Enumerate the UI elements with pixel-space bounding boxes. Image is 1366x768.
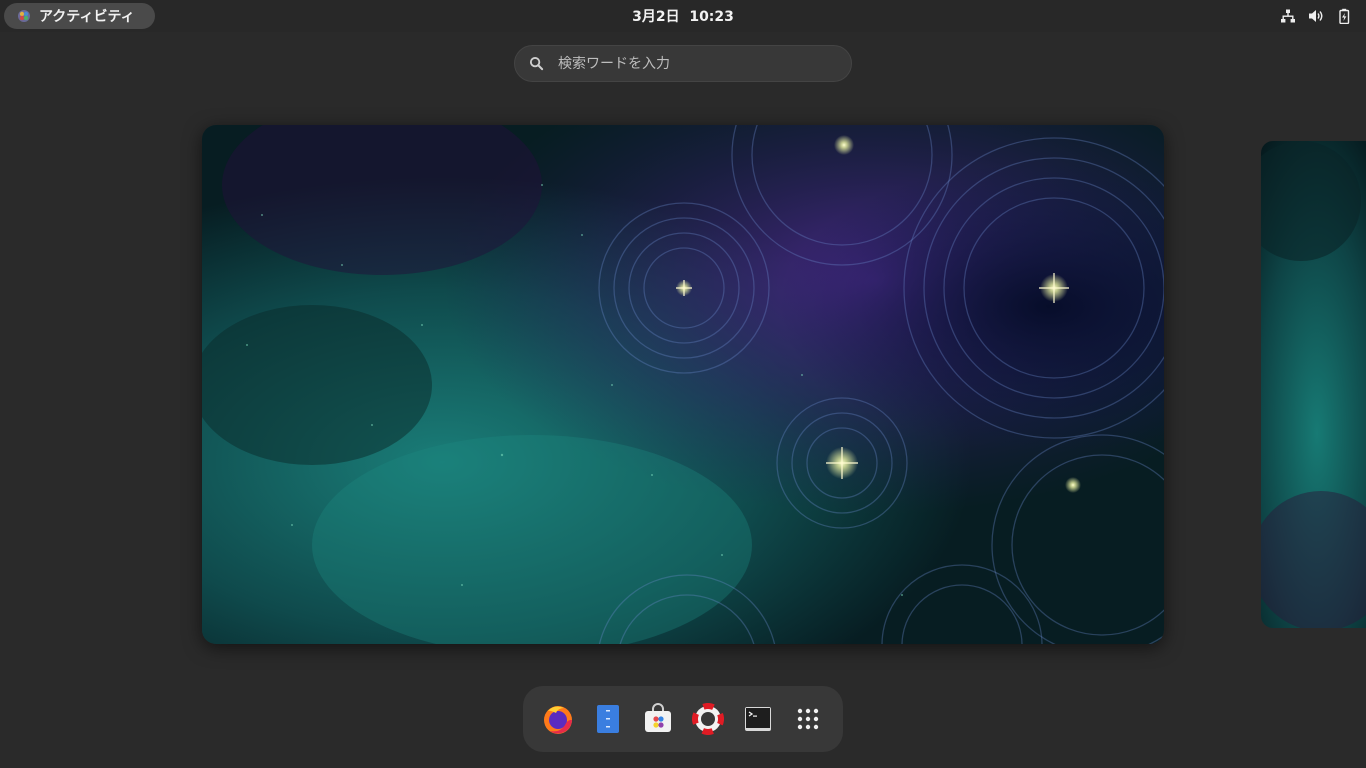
system-tray[interactable] [1280, 0, 1352, 32]
wallpaper-image [1261, 141, 1366, 628]
dash [523, 686, 843, 752]
dash-item-firefox[interactable] [540, 701, 576, 737]
dash-item-text-editor[interactable] [590, 701, 626, 737]
wallpaper-image [202, 125, 1164, 644]
network-icon[interactable] [1280, 8, 1296, 24]
dash-item-help[interactable] [690, 701, 726, 737]
show-apps-button[interactable] [790, 701, 826, 737]
text-editor-icon [597, 705, 619, 733]
search-input[interactable] [556, 54, 820, 73]
search-icon [529, 56, 544, 71]
dash-item-terminal[interactable] [740, 701, 776, 737]
workspace-thumbnail-next[interactable] [1261, 141, 1366, 628]
firefox-icon [544, 706, 572, 734]
top-bar: アクティビティ 3月2日 10:23 [0, 0, 1366, 32]
workspace-thumbnail-current[interactable] [202, 125, 1164, 644]
activities-button[interactable]: アクティビティ [4, 3, 155, 29]
volume-icon[interactable] [1308, 8, 1324, 24]
terminal-icon [745, 707, 771, 731]
software-store-icon [645, 703, 671, 732]
clock-area: 3月2日 10:23 [0, 0, 1366, 32]
activities-label: アクティビティ [39, 9, 135, 25]
app-grid-icon [797, 708, 819, 730]
battery-icon[interactable] [1336, 8, 1352, 24]
date-time-button[interactable]: 3月2日 10:23 [632, 6, 734, 26]
help-lifebuoy-icon [692, 703, 724, 735]
search-box[interactable] [514, 45, 852, 82]
distro-logo-icon [18, 10, 30, 22]
dash-item-software[interactable] [640, 701, 676, 737]
